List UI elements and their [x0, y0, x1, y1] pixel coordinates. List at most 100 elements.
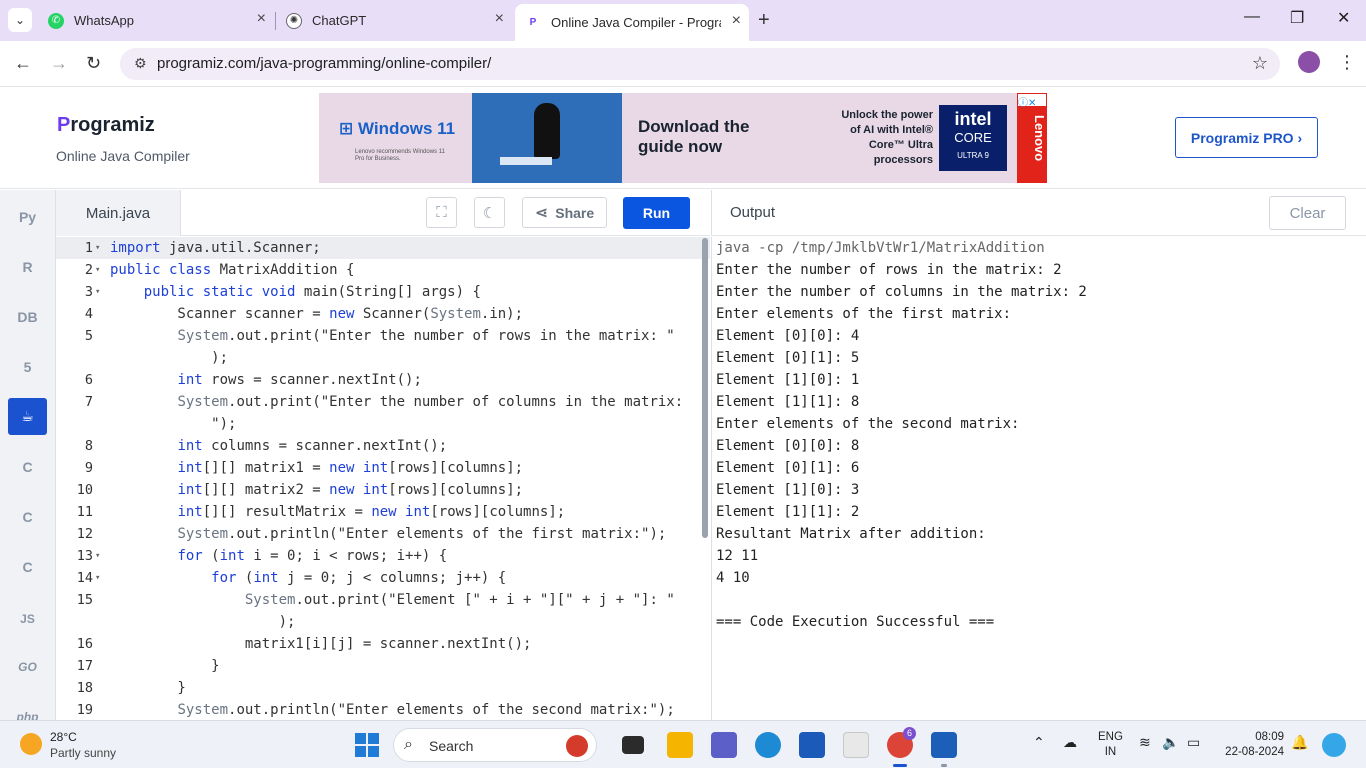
- new-tab-button[interactable]: +: [758, 9, 770, 32]
- close-tab-icon[interactable]: ×: [257, 10, 266, 28]
- tab-whatsapp[interactable]: ✆ WhatsApp ×: [38, 6, 274, 35]
- word-icon[interactable]: [931, 732, 957, 758]
- ad-close-icon[interactable]: ⓘ✕: [1018, 94, 1046, 109]
- reload-icon[interactable]: ↻: [86, 53, 101, 74]
- runner-figure: [534, 103, 560, 159]
- go-icon[interactable]: GO: [8, 648, 47, 685]
- code-line[interactable]: 12 System.out.println("Enter elements of…: [56, 523, 710, 545]
- code-text: Scanner scanner = new Scanner(System.in)…: [110, 306, 524, 322]
- code-line[interactable]: );: [56, 347, 710, 369]
- code-line[interactable]: 14 ▾ for (int j = 0; j < columns; j++) {: [56, 567, 710, 589]
- code-line[interactable]: 11 int[][] resultMatrix = new int[rows][…: [56, 501, 710, 523]
- profile-avatar[interactable]: [1298, 51, 1320, 73]
- fullscreen-icon[interactable]: ⛶: [426, 197, 457, 228]
- code-line[interactable]: 6 int rows = scanner.nextInt();: [56, 369, 710, 391]
- fold-arrow-icon[interactable]: ▾: [95, 237, 100, 259]
- code-line[interactable]: 18 }: [56, 677, 710, 699]
- copilot-icon[interactable]: [1322, 733, 1346, 757]
- fold-arrow-icon[interactable]: ▾: [95, 281, 100, 303]
- output-line: Element [1][1]: 2: [716, 504, 860, 520]
- output-line: Element [0][1]: 5: [716, 350, 860, 366]
- wifi-icon[interactable]: ≋: [1139, 734, 1151, 751]
- back-icon[interactable]: ←: [14, 53, 32, 74]
- url-input[interactable]: ⚙ programiz.com/java-programming/online-…: [120, 48, 1280, 80]
- clock[interactable]: 08:09 22-08-2024: [1222, 730, 1284, 760]
- code-line[interactable]: 17 }: [56, 655, 710, 677]
- output-line: Element [1][0]: 3: [716, 482, 860, 498]
- code-line[interactable]: 13 ▾ for (int i = 0; i < rows; i++) {: [56, 545, 710, 567]
- edge-icon[interactable]: [755, 732, 781, 758]
- site-info-icon[interactable]: ⚙: [134, 55, 147, 72]
- restore-icon[interactable]: ❐: [1290, 8, 1304, 28]
- teams-icon[interactable]: [711, 732, 737, 758]
- code-line[interactable]: 8 int columns = scanner.nextInt();: [56, 435, 710, 457]
- clear-button[interactable]: Clear: [1269, 196, 1346, 230]
- bench-shape: [500, 157, 552, 165]
- code-line[interactable]: 4 Scanner scanner = new Scanner(System.i…: [56, 303, 710, 325]
- code-line[interactable]: 19 System.out.println("Enter elements of…: [56, 699, 710, 720]
- taskbar-search[interactable]: ⌕ Search: [393, 728, 597, 762]
- browser-tab-bar: ⌄ ✆ WhatsApp × ✺ ChatGPT × P Online Java…: [0, 0, 1366, 41]
- js-icon[interactable]: JS: [8, 600, 47, 637]
- code-text: for (int j = 0; j < columns; j++) {: [211, 570, 507, 586]
- cpp-icon[interactable]: C: [8, 498, 47, 535]
- code-editor[interactable]: 1 ▾ import java.util.Scanner; 2 ▾ public clas…: [56, 237, 710, 720]
- browser-menu-icon[interactable]: ⋮: [1338, 52, 1356, 73]
- run-button[interactable]: Run: [623, 197, 690, 229]
- code-text: System.out.print("Enter the number of ro…: [177, 328, 675, 344]
- fold-arrow-icon[interactable]: ▾: [95, 545, 100, 567]
- battery-icon[interactable]: ▭: [1187, 734, 1200, 751]
- close-window-icon[interactable]: ✕: [1337, 8, 1350, 28]
- code-line[interactable]: 1 ▾ import java.util.Scanner;: [56, 237, 710, 259]
- code-line[interactable]: 2 ▾ public class MatrixAddition {: [56, 259, 710, 281]
- notification-bell-icon[interactable]: 🔔: [1291, 734, 1308, 751]
- tab-search-button[interactable]: ⌄: [8, 8, 32, 32]
- html-icon[interactable]: 5: [8, 348, 47, 385]
- store-icon[interactable]: [799, 732, 825, 758]
- site-header: Programiz Online Java Compiler ⊞ Windows…: [0, 88, 1366, 189]
- start-button[interactable]: [355, 733, 379, 757]
- code-line[interactable]: 16 matrix1[i][j] = scanner.nextInt();: [56, 633, 710, 655]
- code-text: ");: [211, 416, 237, 432]
- file-explorer-icon[interactable]: [667, 732, 693, 758]
- code-line[interactable]: 7 System.out.print("Enter the number of …: [56, 391, 710, 413]
- csharp-icon[interactable]: C: [8, 548, 47, 585]
- weather-icon[interactable]: [20, 733, 42, 755]
- fold-arrow-icon[interactable]: ▾: [95, 567, 100, 589]
- tab-programiz[interactable]: P Online Java Compiler - Progra ×: [515, 4, 749, 41]
- sql-icon[interactable]: DB: [8, 298, 47, 335]
- programiz-logo[interactable]: Programiz: [57, 114, 155, 137]
- dark-mode-icon[interactable]: ☾: [474, 197, 505, 228]
- line-number: 18: [76, 680, 93, 696]
- python-icon[interactable]: Py: [8, 198, 47, 235]
- volume-icon[interactable]: 🔈: [1162, 734, 1179, 751]
- code-line[interactable]: 9 int[][] matrix1 = new int[rows][column…: [56, 457, 710, 479]
- minimize-icon[interactable]: —: [1244, 8, 1260, 26]
- task-view-icon[interactable]: [622, 736, 644, 754]
- c-icon[interactable]: C: [8, 448, 47, 485]
- tab-chatgpt[interactable]: ✺ ChatGPT ×: [276, 6, 512, 35]
- java-icon[interactable]: ☕: [8, 398, 47, 435]
- bookmark-star-icon[interactable]: ☆: [1252, 53, 1268, 74]
- advertisement-banner[interactable]: ⊞ Windows 11 Lenovo recommends Windows 1…: [319, 93, 1047, 183]
- forward-icon[interactable]: →: [50, 53, 68, 74]
- close-tab-icon[interactable]: ×: [732, 12, 741, 30]
- fold-arrow-icon[interactable]: ▾: [95, 259, 100, 281]
- r-icon[interactable]: R: [8, 248, 47, 285]
- onedrive-icon[interactable]: ☁: [1063, 734, 1077, 751]
- share-button[interactable]: ⋖ Share: [522, 197, 607, 228]
- show-hidden-icons[interactable]: ⌃: [1033, 734, 1045, 751]
- language-indicator[interactable]: ENG IN: [1098, 730, 1123, 760]
- code-line[interactable]: 10 int[][] matrix2 = new int[rows][colum…: [56, 479, 710, 501]
- close-tab-icon[interactable]: ×: [495, 10, 504, 28]
- file-tab-main-java[interactable]: Main.java: [56, 190, 181, 236]
- code-line[interactable]: );: [56, 611, 710, 633]
- code-line[interactable]: 5 System.out.print("Enter the number of …: [56, 325, 710, 347]
- windows-taskbar: 28°C Partly sunny ⌕ Search 6 ⌃ ☁ ENG IN …: [0, 720, 1366, 768]
- code-line[interactable]: 3 ▾ public static void main(String[] args…: [56, 281, 710, 303]
- editor-scrollbar[interactable]: [702, 238, 708, 538]
- programiz-pro-button[interactable]: Programiz PRO ›: [1175, 117, 1318, 158]
- code-line[interactable]: 15 System.out.print("Element [" + i + "]…: [56, 589, 710, 611]
- code-line[interactable]: ");: [56, 413, 710, 435]
- vlc-icon[interactable]: [843, 732, 869, 758]
